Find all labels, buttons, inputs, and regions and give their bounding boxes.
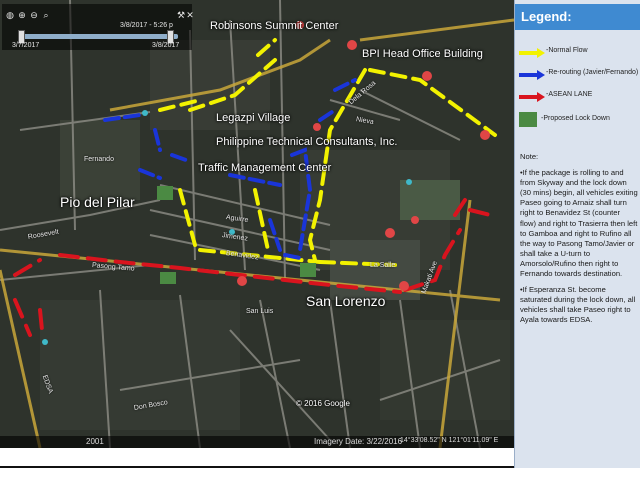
label-legazpi-village: Legazpi Village — [216, 112, 291, 124]
legend-item-asean-lane: -ASEAN LANE — [519, 88, 640, 104]
label-san-lorenzo: San Lorenzo — [306, 293, 386, 309]
yellow-arrow-icon — [519, 48, 545, 58]
legend-label-normal-flow: -Normal Flow — [546, 47, 588, 54]
green-square-icon — [519, 112, 537, 127]
map-canvas — [0, 0, 514, 448]
globe-icon[interactable]: ◍ — [5, 10, 15, 20]
map-status-bar: 2001 Imagery Date: 3/22/2016 14°33'08.52… — [0, 436, 514, 448]
blue-arrow-icon — [519, 70, 545, 80]
legend-note: Note: •If the package is rolling to and … — [520, 152, 638, 332]
time-end-label: 3/8/2017 — [152, 42, 180, 49]
legend-title: Legend: — [515, 4, 640, 30]
legend-item-lock-down: -Proposed Lock Down — [519, 112, 640, 128]
status-year: 2001 — [86, 437, 104, 446]
label-bpi-head-office: BPI Head Office Building — [362, 48, 483, 60]
label-robinsons-summit: Robinsons Summit Center — [210, 20, 339, 32]
street-fernando: Fernando — [84, 156, 114, 163]
status-coordinates: 14°33'08.52" N 121°01'11.09" E — [400, 437, 499, 444]
satellite-map[interactable]: Robinsons Summit Center BPI Head Office … — [0, 0, 514, 448]
note-paragraph-1: •If the package is rolling to and from S… — [520, 168, 638, 279]
legend-label-asean-lane: -ASEAN LANE — [546, 91, 593, 98]
label-pio-del-pilar: Pio del Pilar — [60, 194, 135, 210]
label-philippine-technical: Philippine Technical Consultants, Inc. — [216, 136, 398, 148]
status-imagery-date: Imagery Date: 3/22/2016 — [314, 437, 403, 446]
legend-label-rerouting: -Re-routing (Javier/Fernando) — [546, 69, 639, 76]
legend-item-normal-flow: -Normal Flow — [519, 44, 640, 60]
time-start-label: 3/7/2017 — [12, 42, 40, 49]
time-slider-track[interactable] — [18, 34, 178, 39]
legend-label-lock-down: -Proposed Lock Down — [541, 115, 610, 122]
legend-item-rerouting: -Re-routing (Javier/Fernando) — [519, 66, 640, 82]
label-traffic-management-center: Traffic Management Center — [198, 162, 332, 174]
note-paragraph-2: •If Esperanza St. become saturated durin… — [520, 285, 636, 325]
street-san-luis: San Luis — [246, 308, 274, 315]
red-arrow-icon — [519, 92, 545, 102]
note-heading: Note: — [520, 152, 539, 161]
search-icon[interactable]: ⌕ — [41, 10, 51, 20]
close-icon[interactable]: ✕ — [185, 10, 195, 20]
street-la-salle: La Salle — [370, 262, 396, 269]
time-slider-toolbar: ◍ ⊕ ⊖ ⌕ ⚒ ✕ 3/8/2017 - 5:26 p 3/7/2017 3… — [2, 4, 195, 50]
zoom-in-icon[interactable]: ⊕ — [17, 10, 27, 20]
zoom-out-icon[interactable]: ⊖ — [29, 10, 39, 20]
map-copyright: © 2016 Google — [296, 399, 350, 408]
legend-panel: Legend: -Normal Flow -Re-routing (Javier… — [514, 0, 640, 468]
time-current-label: 3/8/2017 - 5:26 p — [120, 22, 173, 29]
